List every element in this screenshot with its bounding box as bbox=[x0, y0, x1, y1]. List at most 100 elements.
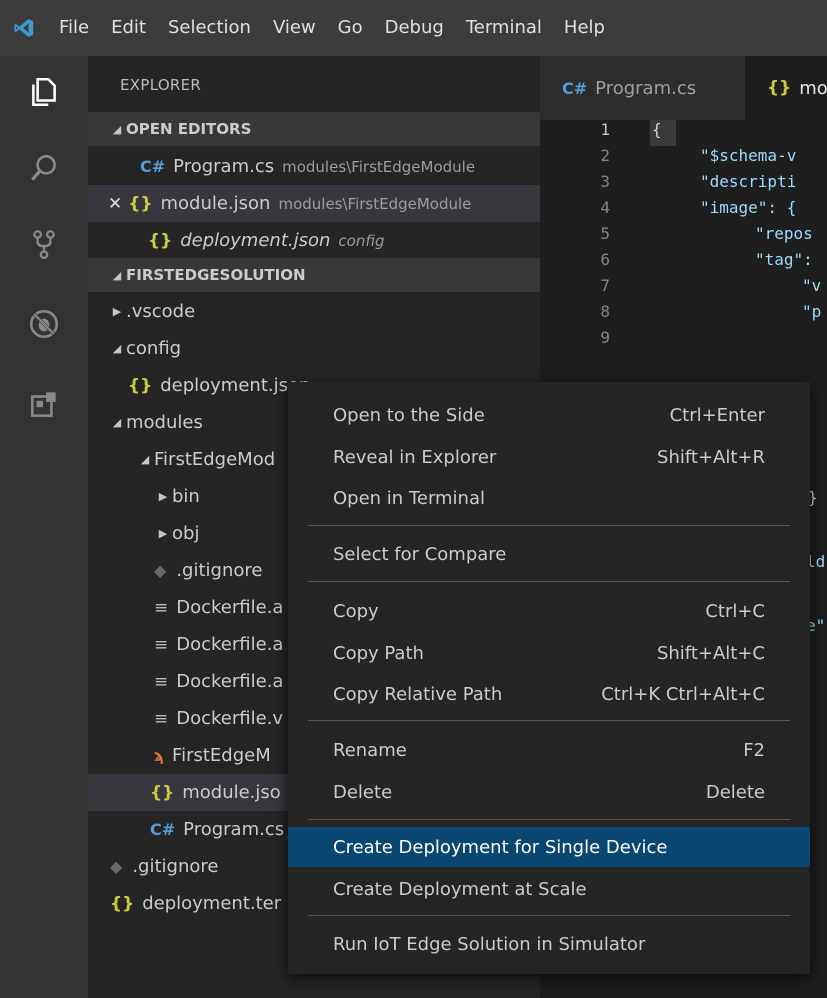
folder-name: .vscode bbox=[126, 301, 196, 322]
csharp-file-icon: C# bbox=[140, 157, 166, 176]
menu-separator bbox=[308, 581, 790, 582]
menu-separator bbox=[308, 525, 790, 526]
menu-item-select-for-compare[interactable]: Select for Compare bbox=[288, 534, 810, 574]
code-text: { bbox=[652, 120, 662, 139]
tab-module-json[interactable]: {} mo bbox=[745, 56, 827, 120]
menu-item-delete[interactable]: Delete Delete bbox=[288, 772, 810, 812]
menu-item-open-to-side[interactable]: Open to the Side Ctrl+Enter bbox=[288, 395, 810, 435]
json-file-icon: {} bbox=[110, 893, 135, 914]
menu-separator bbox=[308, 819, 790, 820]
menu-item-label: Run IoT Edge Solution in Simulator bbox=[333, 933, 646, 955]
json-file-icon: {} bbox=[150, 782, 175, 803]
menu-item-shortcut: Ctrl+Enter bbox=[669, 404, 765, 426]
close-icon[interactable]: ✕ bbox=[108, 194, 122, 214]
file-name: .gitignore bbox=[132, 856, 219, 877]
file-name: deployment.json bbox=[180, 230, 331, 251]
folder-name: bin bbox=[172, 486, 200, 507]
explorer-icon[interactable] bbox=[0, 60, 88, 124]
code-line: 8 "p bbox=[540, 302, 827, 328]
menu-item-run-iot-edge-simulator[interactable]: Run IoT Edge Solution in Simulator bbox=[288, 924, 810, 964]
sidebar-title: EXPLORER bbox=[120, 76, 202, 94]
line-number: 9 bbox=[600, 328, 610, 347]
file-name: Dockerfile.a bbox=[176, 634, 284, 655]
tree-item[interactable]: ▶ .vscode bbox=[88, 293, 540, 330]
extensions-icon[interactable] bbox=[0, 372, 88, 436]
menu-item-label: Reveal in Explorer bbox=[333, 446, 497, 468]
line-number: 4 bbox=[600, 198, 610, 217]
workspace-header[interactable]: ◢ FIRSTEDGESOLUTION bbox=[88, 258, 540, 292]
menu-edit[interactable]: Edit bbox=[100, 0, 157, 56]
text-file-icon: ≡ bbox=[154, 597, 169, 618]
menu-terminal[interactable]: Terminal bbox=[455, 0, 553, 56]
line-number: 6 bbox=[600, 250, 610, 269]
menu-selection[interactable]: Selection bbox=[157, 0, 262, 56]
json-file-icon: {} bbox=[148, 230, 173, 251]
menu-item-shortcut: Ctrl+K Ctrl+Alt+C bbox=[601, 683, 765, 705]
menu-go[interactable]: Go bbox=[327, 0, 374, 56]
tree-item[interactable]: ◢ config bbox=[88, 330, 540, 367]
code-line: 6 "tag": bbox=[540, 250, 827, 276]
menu-file[interactable]: File bbox=[48, 0, 100, 56]
code-line: 2 "$schema-v bbox=[540, 146, 827, 172]
menu-item-label: Copy Relative Path bbox=[333, 683, 503, 705]
code-text: "tag": bbox=[755, 250, 813, 269]
menu-item-label: Delete bbox=[333, 781, 393, 803]
source-control-icon[interactable] bbox=[0, 212, 88, 276]
file-name: Dockerfile.v bbox=[176, 708, 284, 729]
menu-item-shortcut: F2 bbox=[743, 739, 765, 761]
menu-item-copy-path[interactable]: Copy Path Shift+Alt+C bbox=[288, 633, 810, 673]
menu-item-create-deployment-single-device[interactable]: Create Deployment for Single Device bbox=[288, 827, 810, 867]
menu-item-open-in-terminal[interactable]: Open in Terminal bbox=[288, 478, 810, 518]
menu-item-reveal-in-explorer[interactable]: Reveal in Explorer Shift+Alt+R bbox=[288, 437, 810, 477]
json-file-icon: {} bbox=[128, 193, 153, 214]
activity-bar bbox=[0, 56, 88, 998]
search-icon[interactable] bbox=[0, 136, 88, 200]
file-name: .gitignore bbox=[176, 560, 263, 581]
file-path: modules\FirstEdgeModule bbox=[278, 194, 472, 213]
menu-item-copy[interactable]: Copy Ctrl+C bbox=[288, 591, 810, 631]
menu-item-label: Select for Compare bbox=[333, 543, 507, 565]
text-file-icon: ≡ bbox=[154, 708, 169, 729]
open-editor-item[interactable]: ✕ {} module.json modules\FirstEdgeModule bbox=[88, 185, 540, 222]
menu-help[interactable]: Help bbox=[553, 0, 616, 56]
menu-item-shortcut: Shift+Alt+R bbox=[657, 446, 765, 468]
code-text: "v bbox=[802, 276, 822, 295]
folder-name: config bbox=[126, 338, 182, 359]
file-name: module.json bbox=[160, 193, 271, 214]
menu-item-shortcut: Shift+Alt+C bbox=[656, 642, 765, 664]
code-text: "repos bbox=[755, 224, 813, 243]
menu-item-copy-relative-path[interactable]: Copy Relative Path Ctrl+K Ctrl+Alt+C bbox=[288, 674, 810, 714]
editor-tabs: C# Program.cs {} mo bbox=[540, 56, 827, 120]
file-path: modules\FirstEdgeModule bbox=[282, 157, 476, 176]
rss-file-icon: ϡ bbox=[154, 746, 165, 765]
open-editor-item[interactable]: C# Program.cs modules\FirstEdgeModule bbox=[88, 148, 540, 185]
tab-program-cs[interactable]: C# Program.cs bbox=[540, 56, 745, 120]
open-editors-header[interactable]: ◢ OPEN EDITORS bbox=[88, 112, 540, 146]
csharp-file-icon: C# bbox=[150, 820, 176, 839]
section-label: OPEN EDITORS bbox=[126, 120, 252, 138]
file-name: Program.cs bbox=[173, 156, 275, 177]
menu-item-label: Rename bbox=[333, 739, 407, 761]
json-file-icon: {} bbox=[128, 375, 153, 396]
line-number: 8 bbox=[600, 302, 610, 321]
tab-label: mo bbox=[799, 77, 827, 99]
menu-item-create-deployment-at-scale[interactable]: Create Deployment at Scale bbox=[288, 869, 810, 909]
menu-view[interactable]: View bbox=[262, 0, 327, 56]
menu-separator bbox=[308, 720, 790, 721]
section-label: FIRSTEDGESOLUTION bbox=[126, 266, 306, 284]
chevron-down-icon: ◢ bbox=[112, 268, 122, 282]
menu-item-label: Open in Terminal bbox=[333, 487, 485, 509]
line-number: 7 bbox=[600, 276, 610, 295]
menu-item-label: Create Deployment at Scale bbox=[333, 878, 587, 900]
debug-icon[interactable] bbox=[0, 292, 88, 356]
file-name: Dockerfile.a bbox=[176, 671, 284, 692]
menu-item-shortcut: Ctrl+C bbox=[705, 600, 765, 622]
open-editor-item[interactable]: {} deployment.json config bbox=[88, 222, 540, 259]
code-line: 4 "image": { bbox=[540, 198, 827, 224]
menu-item-rename[interactable]: Rename F2 bbox=[288, 730, 810, 770]
code-line: 9 bbox=[540, 328, 827, 354]
menu-debug[interactable]: Debug bbox=[374, 0, 455, 56]
chevron-right-icon: ▶ bbox=[158, 490, 168, 503]
menu-bar: File Edit Selection View Go Debug Termin… bbox=[0, 0, 827, 56]
file-name: module.jso bbox=[182, 782, 281, 803]
